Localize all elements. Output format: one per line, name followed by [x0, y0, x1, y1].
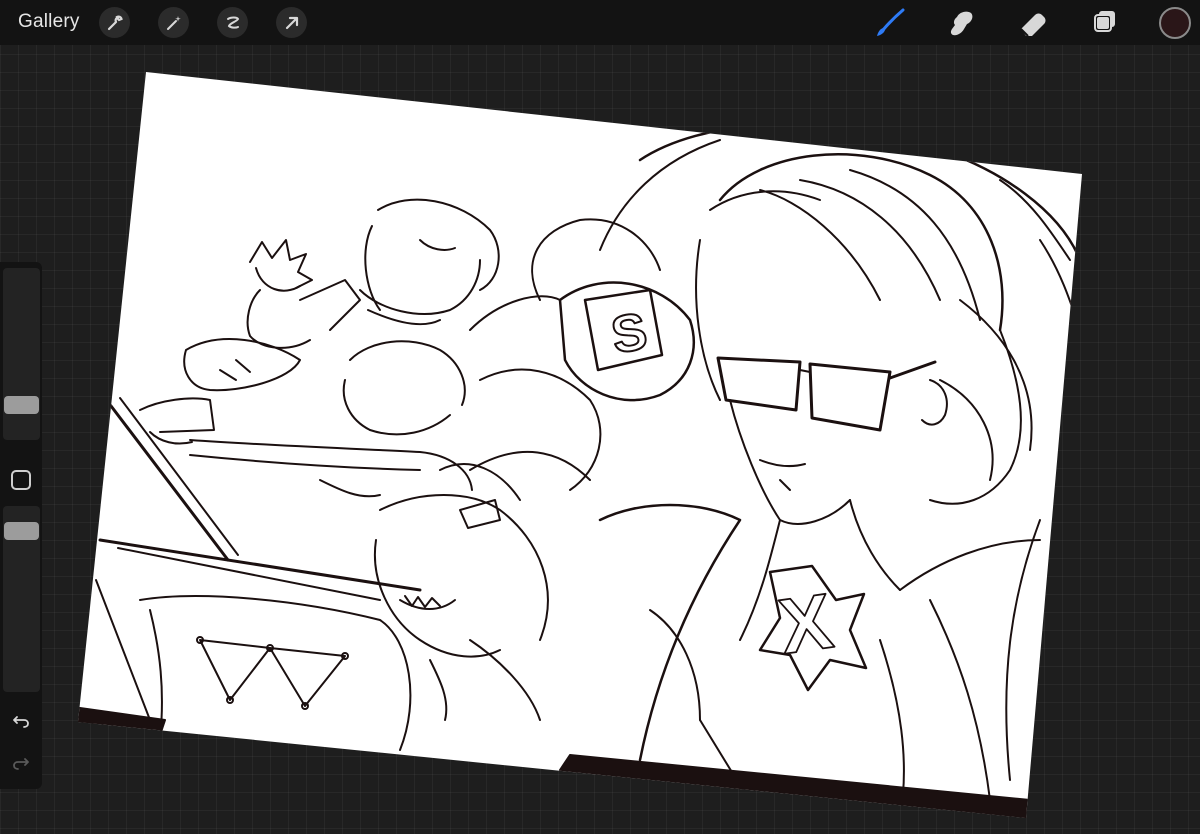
modify-button[interactable] — [11, 470, 31, 490]
eraser-tool-button[interactable] — [1017, 7, 1049, 39]
transform-button[interactable] — [276, 7, 307, 38]
actions-button[interactable] — [99, 7, 130, 38]
brush-tool-button[interactable] — [874, 7, 906, 39]
selection-icon — [226, 16, 239, 29]
smudge-tool-button[interactable] — [945, 7, 977, 39]
magic-wand-icon — [166, 15, 181, 30]
canvas-area[interactable]: S X — [0, 0, 1200, 834]
left-sidebar — [0, 262, 42, 789]
brush-size-thumb[interactable] — [4, 396, 39, 414]
layers-icon — [1094, 11, 1115, 32]
artwork-canvas[interactable]: S X — [0, 0, 1200, 834]
move-arrow-icon — [285, 16, 298, 29]
opacity-thumb[interactable] — [4, 522, 39, 540]
paper-sheet — [78, 72, 1082, 818]
undo-icon — [13, 716, 29, 728]
gallery-button[interactable]: Gallery — [18, 11, 80, 33]
brush-size-slider[interactable] — [3, 268, 40, 440]
adjustments-button[interactable] — [158, 7, 189, 38]
opacity-slider[interactable] — [3, 506, 40, 692]
redo-icon — [13, 758, 29, 770]
layers-button[interactable] — [1088, 7, 1120, 39]
brush-icon — [877, 8, 905, 36]
color-picker-button[interactable] — [1159, 7, 1191, 39]
smudge-icon — [950, 11, 973, 36]
eraser-icon — [1020, 13, 1046, 37]
selection-button[interactable] — [217, 7, 248, 38]
undo-button[interactable] — [9, 708, 33, 732]
redo-button[interactable] — [9, 750, 33, 774]
wrench-icon — [107, 15, 123, 30]
top-toolbar: Gallery — [0, 0, 1200, 45]
